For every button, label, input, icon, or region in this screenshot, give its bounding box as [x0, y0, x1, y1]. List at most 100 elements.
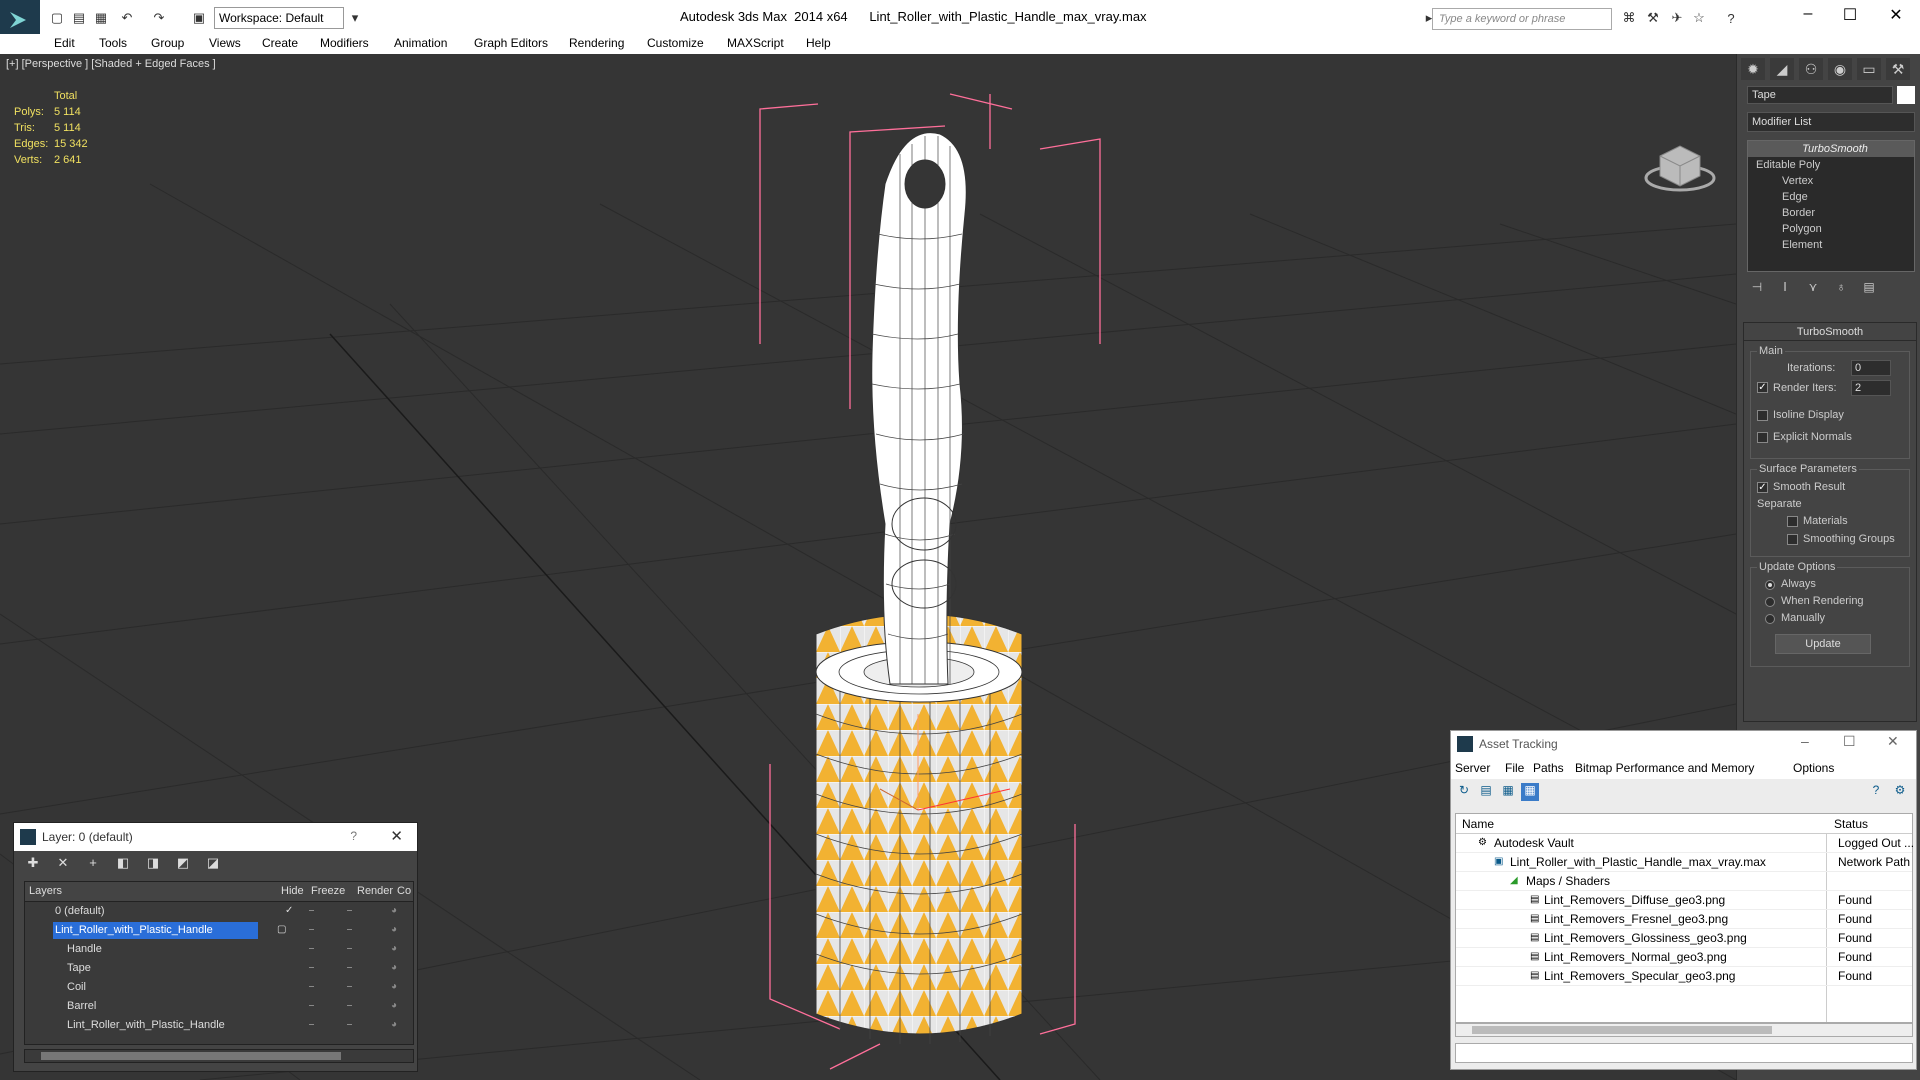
menu-tools[interactable]: Tools [99, 36, 127, 50]
menu-help[interactable]: Help [806, 36, 831, 50]
project-folder-icon[interactable]: ▣ [190, 9, 208, 27]
color-column-header[interactable]: Co [397, 885, 411, 897]
render-toggle-icon[interactable]: ◕ [391, 905, 397, 916]
asset-menu-server[interactable]: Server [1455, 761, 1490, 775]
search-input[interactable]: Type a keyword or phrase [1432, 8, 1612, 30]
render-toggle-icon[interactable]: ◕ [391, 924, 397, 935]
communication-icon[interactable]: ✈ [1668, 9, 1686, 27]
binoculars-icon[interactable]: ⌘ [1620, 9, 1638, 27]
pin-stack-icon[interactable]: ⊣ [1747, 280, 1767, 300]
hide-toggle[interactable]: ⎯ [309, 905, 314, 916]
render-toggle-icon[interactable]: ◕ [391, 981, 397, 992]
freeze-toggle[interactable]: ⎯ [347, 962, 352, 973]
stack-item-polygon[interactable]: Polygon [1748, 221, 1914, 237]
menu-create[interactable]: Create [262, 36, 298, 50]
render-toggle-icon[interactable]: ◕ [391, 1019, 397, 1030]
menu-graph-editors[interactable]: Graph Editors [474, 36, 548, 50]
scrollbar-thumb[interactable] [1472, 1026, 1772, 1034]
isoline-checkbox[interactable] [1757, 410, 1768, 421]
freeze-toggle[interactable]: ⎯ [347, 981, 352, 992]
update-button[interactable]: Update [1775, 634, 1871, 654]
hide-toggle[interactable]: ⎯ [309, 1000, 314, 1011]
render-toggle-icon[interactable]: ◕ [391, 1000, 397, 1011]
minimize-button[interactable]: – [1801, 733, 1809, 749]
make-unique-icon[interactable]: ⋎ [1803, 280, 1823, 300]
maximize-button[interactable]: ☐ [1830, 5, 1870, 27]
layer-dialog-titlebar[interactable]: Layer: 0 (default) ? ✕ [14, 823, 417, 851]
object-name-field[interactable]: Tape [1747, 86, 1893, 104]
layer-row[interactable]: Barrel ⎯ ⎯ ◕ [25, 997, 413, 1016]
stack-item-edge[interactable]: Edge [1748, 189, 1914, 205]
add-to-layer-icon[interactable]: + [82, 855, 104, 873]
active-layer-check-icon[interactable]: ✓ [285, 905, 293, 916]
layer-row[interactable]: 0 (default) ✓ ⎯ ⎯ ◕ [25, 902, 413, 921]
stack-item-turbosmooth[interactable]: TurboSmooth [1748, 141, 1914, 157]
stack-item-element[interactable]: Element [1748, 237, 1914, 253]
workspace-dropdown[interactable]: Workspace: Default [214, 7, 344, 29]
menu-edit[interactable]: Edit [54, 36, 75, 50]
always-radio[interactable] [1765, 580, 1775, 590]
hierarchy-tab-icon[interactable]: ⚇ [1799, 58, 1823, 80]
name-column-header[interactable]: Name [1462, 817, 1494, 831]
menu-animation[interactable]: Animation [394, 36, 447, 50]
help-icon[interactable]: ? [1722, 9, 1740, 27]
asset-menu-bitmap-performance[interactable]: Bitmap Performance and Memory [1575, 761, 1754, 775]
scrollbar-thumb[interactable] [41, 1052, 341, 1060]
select-in-layer-icon[interactable]: ◧ [112, 855, 134, 873]
utilities-tab-icon[interactable]: ⚒ [1886, 58, 1910, 80]
asset-menu-paths[interactable]: Paths [1533, 761, 1564, 775]
create-tab-icon[interactable]: ✹ [1741, 58, 1765, 80]
display-tab-icon[interactable]: ▭ [1857, 58, 1881, 80]
undo-icon[interactable]: ↶ [118, 9, 136, 27]
object-name[interactable]: Lint_Roller_with_Plastic_Handle [65, 1017, 227, 1034]
menu-customize[interactable]: Customize [647, 36, 704, 50]
asset-menu-file[interactable]: File [1505, 761, 1524, 775]
hide-toggle[interactable]: ⎯ [309, 943, 314, 954]
refresh-icon[interactable]: ↻ [1455, 783, 1473, 801]
settings-icon[interactable]: ⚙ [1891, 783, 1909, 801]
menu-modifiers[interactable]: Modifiers [320, 36, 369, 50]
asset-row[interactable]: ▣ Lint_Roller_with_Plastic_Handle_max_vr… [1456, 853, 1912, 872]
layer-row[interactable]: Lint_Roller_with_Plastic_Handle ⎯ ⎯ ◕ [25, 1016, 413, 1035]
list-view-icon[interactable]: ▤ [1477, 783, 1495, 801]
rollout-title[interactable]: TurboSmooth [1744, 323, 1916, 341]
layer-name[interactable]: 0 (default) [53, 903, 107, 920]
explicit-normals-checkbox[interactable] [1757, 432, 1768, 443]
show-end-result-icon[interactable]: Ⅰ [1775, 280, 1795, 300]
configure-modifier-sets-icon[interactable]: ▤ [1859, 280, 1879, 300]
iterations-spinner[interactable]: 0 [1851, 360, 1891, 376]
new-file-icon[interactable]: ▢ [48, 9, 66, 27]
freeze-toggle[interactable]: ⎯ [347, 924, 352, 935]
freeze-toggle[interactable]: ⎯ [347, 943, 352, 954]
asset-dialog-titlebar[interactable]: Asset Tracking – ☐ ✕ [1451, 731, 1916, 757]
create-layer-icon[interactable]: ✚ [22, 855, 44, 873]
layer-row[interactable]: Tape ⎯ ⎯ ◕ [25, 959, 413, 978]
motion-tab-icon[interactable]: ◉ [1828, 58, 1852, 80]
menu-rendering[interactable]: Rendering [569, 36, 624, 50]
object-name[interactable]: Barrel [65, 998, 98, 1015]
favorites-star-icon[interactable]: ☆ [1690, 9, 1708, 27]
hide-toggle[interactable]: ⎯ [309, 1019, 314, 1030]
remove-modifier-icon[interactable]: ♁ [1831, 280, 1851, 300]
layer-name[interactable]: Lint_Roller_with_Plastic_Handle [53, 922, 258, 939]
object-name[interactable]: Handle [65, 941, 104, 958]
render-iters-spinner[interactable]: 2 [1851, 380, 1891, 396]
freeze-toggle[interactable]: ⎯ [347, 1000, 352, 1011]
layer-row[interactable]: Lint_Roller_with_Plastic_Handle ▢ ⎯ ⎯ ◕ [25, 921, 413, 940]
view-cube-icon[interactable] [1644, 145, 1716, 192]
thumbnail-view-icon[interactable]: ▦ [1499, 783, 1517, 801]
render-toggle-icon[interactable]: ◕ [391, 943, 397, 954]
status-column-header[interactable]: Status [1834, 817, 1868, 831]
layers-column-header[interactable]: Layers [29, 885, 62, 897]
layer-row[interactable]: Handle ⎯ ⎯ ◕ [25, 940, 413, 959]
stack-item-editable-poly[interactable]: Editable Poly [1748, 157, 1914, 173]
object-name[interactable]: Coil [65, 979, 88, 996]
freeze-toggle[interactable]: ⎯ [347, 905, 352, 916]
add-selection-icon[interactable]: ▢ [277, 924, 286, 935]
object-name[interactable]: Tape [65, 960, 93, 977]
asset-row[interactable]: ◢ Maps / Shaders [1456, 872, 1912, 891]
stack-item-border[interactable]: Border [1748, 205, 1914, 221]
layer-horizontal-scrollbar[interactable] [24, 1049, 414, 1063]
open-file-icon[interactable]: ▤ [70, 9, 88, 27]
hide-all-icon[interactable]: ◩ [172, 855, 194, 873]
